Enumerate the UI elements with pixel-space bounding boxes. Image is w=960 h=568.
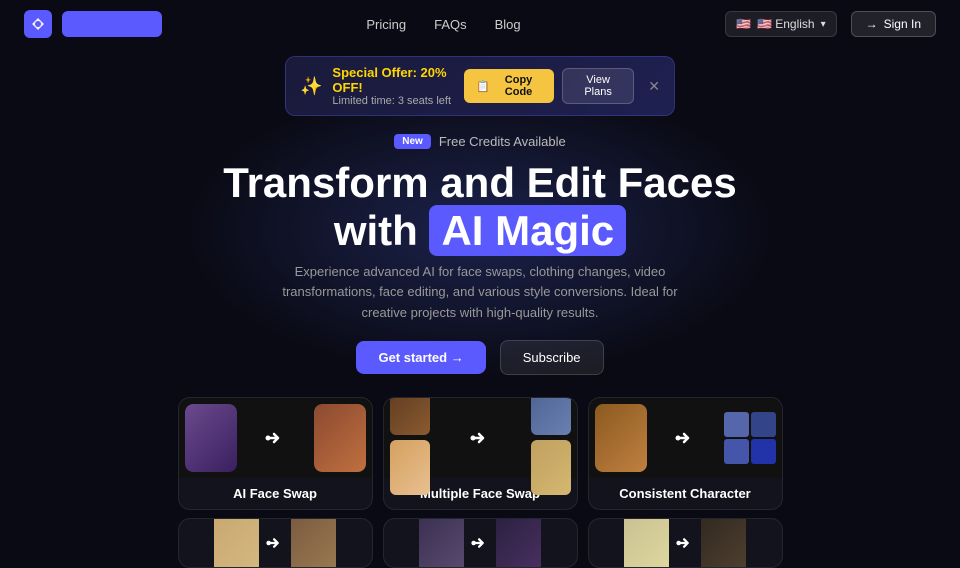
get-started-label: Get started → xyxy=(378,350,463,365)
man-face-1 xyxy=(419,518,464,568)
arrow-icon-b3 xyxy=(675,533,695,553)
face-m3 xyxy=(531,397,571,436)
card-consistent-character-image xyxy=(589,398,782,478)
subscribe-button[interactable]: Subscribe xyxy=(500,340,604,375)
face-target xyxy=(314,404,366,472)
face-cc-grid xyxy=(724,412,776,464)
face-source xyxy=(185,404,237,472)
face-grid-1 xyxy=(724,412,749,437)
arrow-icon-b2 xyxy=(470,533,490,553)
card-ai-face-swap[interactable]: AI Face Swap xyxy=(178,397,373,510)
nav-left xyxy=(24,10,162,38)
card-consistent-character-label: Consistent Character xyxy=(589,478,782,509)
arrow-icon-b1 xyxy=(265,533,285,553)
banner-close-button[interactable]: ✕ xyxy=(648,78,660,95)
banner-text: Special Offer: 20% OFF! Limited time: 3 … xyxy=(332,65,464,107)
bottom-cards-grid xyxy=(0,510,960,568)
badge-row: New Free Credits Available xyxy=(20,134,940,149)
chevron-down-icon: ▾ xyxy=(821,19,826,30)
man-face-2 xyxy=(496,518,541,568)
face-cc-source xyxy=(595,404,647,472)
nav-pricing[interactable]: Pricing xyxy=(366,17,406,32)
language-selector[interactable]: 🇺🇸 🇺🇸 English ▾ xyxy=(725,11,837,37)
hero-subtitle: Experience advanced AI for face swaps, c… xyxy=(260,262,700,324)
hero-title: Transform and Edit Faces with AI Magic xyxy=(20,159,940,256)
get-started-button[interactable]: Get started → xyxy=(356,341,485,374)
hero-title-line1: Transform and Edit Faces xyxy=(223,159,736,206)
nav-faqs[interactable]: FAQs xyxy=(434,17,467,32)
swap-arrow-cc-icon xyxy=(674,427,696,449)
face-m2 xyxy=(390,440,430,495)
view-plans-button[interactable]: View Plans xyxy=(562,68,634,104)
logo-text-box xyxy=(62,11,162,37)
banner-buttons: 📋 Copy Code View Plans ✕ xyxy=(464,68,660,104)
swap-arrow-multiple-icon xyxy=(469,427,491,449)
logo-icon xyxy=(24,10,52,38)
card-ai-face-swap-label: AI Face Swap xyxy=(179,478,372,509)
dark-face xyxy=(701,518,746,568)
card-bottom-2-inner xyxy=(384,519,577,567)
face-grid-2 xyxy=(751,412,776,437)
card-bottom-2[interactable] xyxy=(383,518,578,568)
hero-title-with: with xyxy=(334,207,418,254)
sign-in-button[interactable]: → Sign In xyxy=(851,11,936,37)
banner-subtitle: Limited time: 3 seats left xyxy=(332,95,464,107)
card-bottom-3-inner xyxy=(589,519,782,567)
card-multiple-face-swap[interactable]: Multiple Face Swap xyxy=(383,397,578,510)
free-credits-text: Free Credits Available xyxy=(439,134,566,149)
card-ai-face-swap-image xyxy=(179,398,372,478)
portrait-face-2 xyxy=(291,518,336,568)
copy-icon: 📋 xyxy=(476,80,490,93)
portrait-face-1 xyxy=(214,518,259,568)
navbar: Pricing FAQs Blog 🇺🇸 🇺🇸 English ▾ → Sign… xyxy=(0,0,960,48)
swap-arrow-icon xyxy=(264,427,286,449)
new-badge: New xyxy=(394,134,431,149)
card-bottom-1[interactable] xyxy=(178,518,373,568)
special-offer-banner: ✨ Special Offer: 20% OFF! Limited time: … xyxy=(285,56,675,116)
face-grid-4 xyxy=(751,439,776,464)
hero-section: New Free Credits Available Transform and… xyxy=(0,124,960,375)
sign-in-label: Sign In xyxy=(884,17,921,31)
banner-title: Special Offer: 20% OFF! xyxy=(332,65,464,95)
feature-cards-grid: AI Face Swap Mul xyxy=(0,397,960,510)
subscribe-label: Subscribe xyxy=(523,350,581,365)
face-grid-3 xyxy=(724,439,749,464)
view-plans-label: View Plans xyxy=(584,74,612,98)
copy-code-button[interactable]: 📋 Copy Code xyxy=(464,69,554,103)
card-bottom-1-inner xyxy=(179,519,372,567)
sign-in-icon: → xyxy=(866,17,878,31)
card-multiple-face-swap-image xyxy=(384,398,577,478)
nav-right: 🇺🇸 🇺🇸 English ▾ → Sign In xyxy=(725,11,936,37)
banner-left: ✨ Special Offer: 20% OFF! Limited time: … xyxy=(300,65,464,107)
language-label: 🇺🇸 English xyxy=(757,17,815,31)
card-consistent-character[interactable]: Consistent Character xyxy=(588,397,783,510)
hero-title-highlight: AI Magic xyxy=(429,205,626,256)
nav-center: Pricing FAQs Blog xyxy=(366,17,520,32)
hero-buttons: Get started → Subscribe xyxy=(20,340,940,375)
star-icon: ✨ xyxy=(300,76,322,97)
blond-face xyxy=(624,518,669,568)
card-bottom-3[interactable] xyxy=(588,518,783,568)
face-m1 xyxy=(390,397,430,436)
nav-blog[interactable]: Blog xyxy=(495,17,521,32)
face-m4 xyxy=(531,440,571,495)
flag-icon: 🇺🇸 xyxy=(736,17,751,31)
copy-code-label: Copy Code xyxy=(495,74,542,98)
